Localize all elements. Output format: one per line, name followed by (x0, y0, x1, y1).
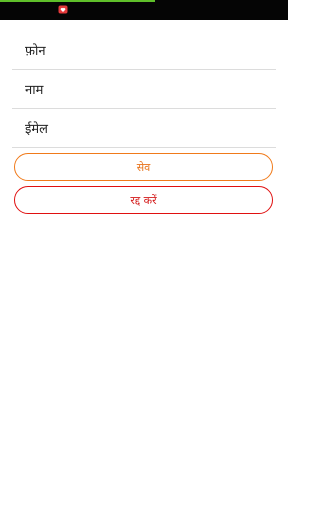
status-bar (0, 0, 288, 20)
email-field[interactable]: ईमेल (12, 109, 276, 148)
progress-indicator (0, 0, 155, 2)
contact-form: फ़ोन नाम ईमेल (12, 31, 276, 148)
notification-app-icon (58, 5, 68, 15)
phone-field-label: फ़ोन (25, 44, 46, 59)
name-field-label: नाम (25, 83, 44, 98)
phone-field[interactable]: फ़ोन (12, 31, 276, 70)
cancel-button[interactable]: रद्द करें (14, 186, 273, 214)
save-button[interactable]: सेव (14, 153, 273, 181)
email-field-label: ईमेल (25, 122, 48, 137)
save-button-label: सेव (136, 160, 151, 174)
cancel-button-label: रद्द करें (130, 193, 157, 207)
name-field[interactable]: नाम (12, 70, 276, 109)
notification-icon (58, 5, 68, 14)
